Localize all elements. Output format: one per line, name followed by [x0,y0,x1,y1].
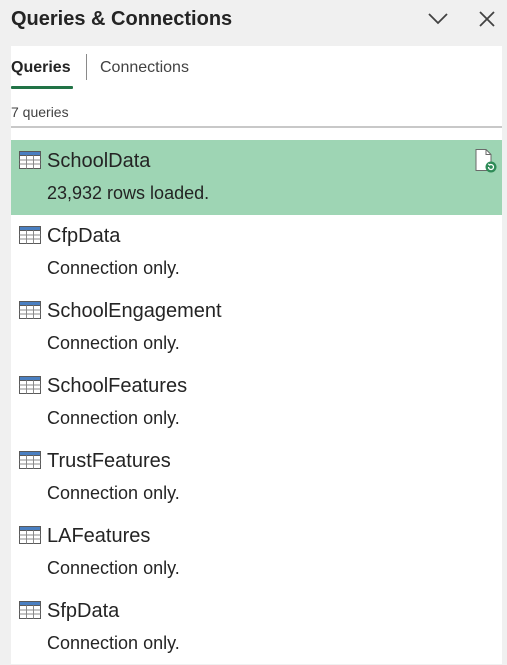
query-name: CfpData [47,225,121,247]
document-refresh-icon[interactable] [474,148,498,174]
query-item-schoolfeatures[interactable]: SchoolFeatures Connection only. [11,365,502,440]
active-tab-indicator [11,86,73,89]
query-status: Connection only. [47,483,180,503]
query-item-trustfeatures[interactable]: TrustFeatures Connection only. [11,440,502,515]
divider [11,126,502,128]
query-item-schoolengagement[interactable]: SchoolEngagement Connection only. [11,290,502,365]
tab-connections[interactable]: Connections [100,58,189,78]
query-status: Connection only. [47,258,180,278]
query-status: Connection only. [47,558,180,578]
query-name: LAFeatures [47,525,151,547]
table-icon [19,226,41,244]
query-item-cfpdata[interactable]: CfpData Connection only. [11,215,502,290]
table-icon [19,376,41,394]
query-item-sfpdata[interactable]: SfpData Connection only. [11,590,502,665]
chevron-down-icon [428,13,448,25]
query-status: Connection only. [47,333,180,353]
close-icon [479,11,495,27]
tab-separator [86,54,87,80]
query-item-schooldata[interactable]: SchoolData 23,932 rows loaded. [11,140,502,215]
table-icon [19,601,41,619]
pane-header: Queries & Connections [0,0,507,46]
query-name: SchoolFeatures [47,375,188,397]
table-icon [19,301,41,319]
query-name: SchoolData [47,150,151,172]
table-icon [19,451,41,469]
query-item-lafeatures[interactable]: LAFeatures Connection only. [11,515,502,590]
pane-title: Queries & Connections [11,8,233,30]
query-status: 23,932 rows loaded. [47,183,210,203]
table-icon [19,526,41,544]
tab-queries[interactable]: Queries [11,58,71,78]
query-status: Connection only. [47,408,180,428]
close-button[interactable] [472,6,502,32]
collapse-button[interactable] [423,6,453,32]
query-name: SchoolEngagement [47,300,222,322]
query-status: Connection only. [47,633,180,653]
queries-panel: Queries Connections 7 queries SchoolData… [11,46,502,664]
query-count: 7 queries [11,104,69,120]
table-icon [19,151,41,169]
query-name: TrustFeatures [47,450,171,472]
tab-bar: Queries Connections [11,46,502,92]
query-name: SfpData [47,600,120,622]
